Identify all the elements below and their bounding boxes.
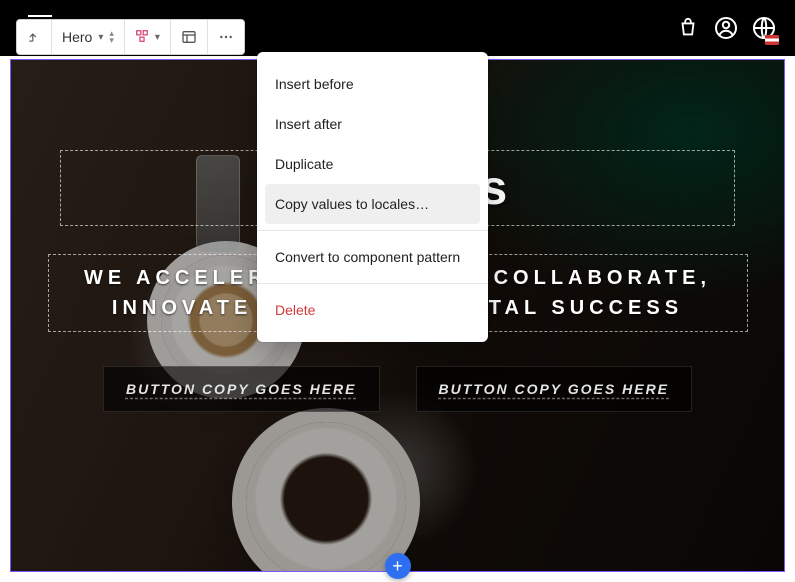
menu-duplicate-label: Duplicate	[275, 156, 333, 172]
hero-button-1[interactable]: BUTTON COPY GOES HERE	[103, 366, 380, 412]
component-selector-label: Hero	[62, 29, 92, 45]
menu-insert-before-label: Insert before	[275, 76, 354, 92]
order-arrows-icon: ▴▾	[109, 30, 114, 44]
plus-icon: +	[392, 556, 403, 577]
menu-convert-label: Convert to component pattern	[275, 249, 460, 265]
menu-insert-before[interactable]: Insert before	[257, 64, 488, 104]
chevron-down-icon: ▾	[98, 32, 103, 43]
layout-icon	[135, 29, 149, 46]
topbar-right	[675, 15, 777, 41]
add-component-button[interactable]: +	[385, 553, 411, 579]
menu-copy-locales[interactable]: Copy values to locales…	[265, 184, 480, 224]
hero-button-2-label: BUTTON COPY GOES HERE	[439, 381, 670, 397]
component-selector[interactable]: Hero ▾ ▴▾	[52, 20, 125, 54]
more-options-button[interactable]	[208, 20, 244, 54]
hero-button-1-label: BUTTON COPY GOES HERE	[126, 381, 357, 397]
parent-select-button[interactable]	[17, 20, 52, 54]
menu-duplicate[interactable]: Duplicate	[257, 144, 488, 184]
content-panel-button[interactable]	[171, 20, 208, 54]
hero-button-2[interactable]: BUTTON COPY GOES HERE	[416, 366, 693, 412]
menu-convert-pattern[interactable]: Convert to component pattern	[257, 237, 488, 277]
menu-insert-after-label: Insert after	[275, 116, 342, 132]
context-menu: Insert before Insert after Duplicate Cop…	[257, 52, 488, 342]
account-icon[interactable]	[713, 15, 739, 41]
cart-icon[interactable]	[675, 15, 701, 41]
menu-insert-after[interactable]: Insert after	[257, 104, 488, 144]
menu-separator	[257, 283, 488, 284]
locale-icon[interactable]	[751, 15, 777, 41]
menu-delete-label: Delete	[275, 302, 315, 318]
hero-button-row: BUTTON COPY GOES HERE BUTTON COPY GOES H…	[103, 366, 692, 412]
menu-separator	[257, 230, 488, 231]
layout-options-button[interactable]: ▾	[125, 20, 171, 54]
menu-delete[interactable]: Delete	[257, 290, 488, 330]
menu-copy-locales-label: Copy values to locales…	[275, 196, 429, 212]
chevron-down-icon: ▾	[155, 32, 160, 43]
editor-toolbar: Hero ▾ ▴▾ ▾	[16, 19, 245, 55]
